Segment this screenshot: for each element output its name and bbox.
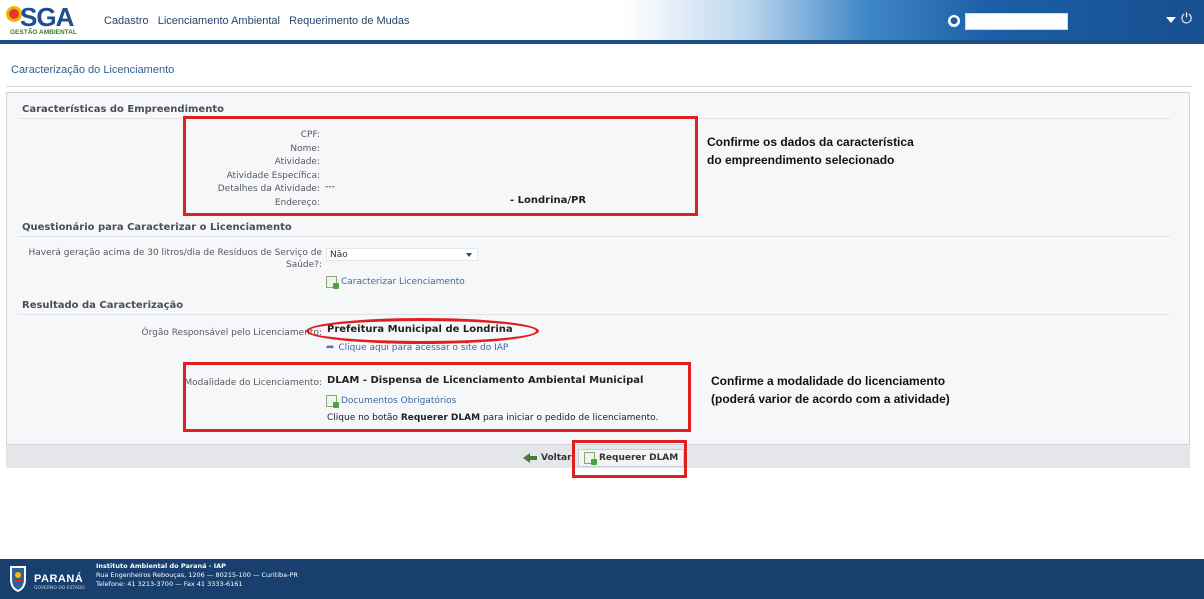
annotation-note-line: Confirme a modalidade do licenciamento (711, 374, 946, 388)
section-divider (18, 314, 1170, 315)
globe-icon[interactable]: ● (948, 15, 960, 27)
voltar-button-label: Voltar (541, 453, 572, 463)
voltar-button[interactable]: Voltar (518, 449, 577, 467)
breadcrumb[interactable]: Caracterização do Licenciamento (11, 64, 174, 76)
annotation-note-modalidade: Confirme a modalidade do licenciamento (… (711, 372, 950, 408)
nav-licenciamento-ambiental[interactable]: Licenciamento Ambiental (158, 15, 280, 27)
chevron-down-icon (466, 253, 472, 257)
search-input[interactable] (965, 13, 1068, 30)
question-label-line1: Haverá geração acima de 30 litros/dia de… (28, 248, 322, 258)
annotation-note-dados: Confirme os dados da característica do e… (707, 133, 914, 169)
annotation-box-dados (183, 116, 698, 216)
residuos-select-value: Não (330, 250, 348, 260)
annotation-note-line: do empreendimento selecionado (707, 153, 895, 167)
document-icon (326, 276, 339, 289)
power-icon[interactable]: ⏻ (1181, 11, 1192, 27)
residuos-select[interactable]: Não (326, 248, 478, 261)
share-arrow-icon: ➦ (326, 342, 335, 353)
parana-logo-text: PARANÁ (34, 573, 84, 585)
parana-coat-of-arms-icon (10, 566, 26, 592)
sga-logo[interactable]: SGA GESTÃO AMBIENTAL (6, 2, 90, 38)
breadcrumb-divider (6, 86, 1192, 87)
section-title-questionario: Questionário para Caracterizar o Licenci… (22, 222, 292, 233)
section-title-empreendimento: Características do Empreendimento (22, 104, 224, 115)
user-menu-chevron-down-icon[interactable] (1166, 17, 1176, 23)
section-divider (18, 236, 1170, 237)
header-bottom-bar (0, 40, 1204, 44)
main-nav: Cadastro Licenciamento Ambiental Requeri… (104, 15, 416, 27)
footer-address: Rua Engenheiros Rebouças, 1206 — 80215-1… (96, 571, 298, 579)
nav-cadastro[interactable]: Cadastro (104, 15, 149, 27)
annotation-box-modalidade (183, 362, 691, 432)
annotation-ellipse-orgao (306, 318, 539, 344)
footer-info: Instituto Ambiental do Paraná - IAP Rua … (96, 562, 298, 589)
back-arrow-icon (523, 453, 537, 463)
site-iap-link-label: Clique aqui para acessar o site do IAP (338, 342, 509, 353)
annotation-box-requerer (572, 440, 687, 478)
footer-phone: Telefone: 41 3213-3700 — Fax 41 3333-616… (96, 580, 243, 588)
question-label-line2: Saúde?: (286, 260, 322, 270)
caracterizar-link-label: Caracterizar Licenciamento (341, 277, 465, 287)
parana-logo-subtitle: GOVERNO DO ESTADO (34, 586, 85, 591)
nav-requerimento-de-mudas[interactable]: Requerimento de Mudas (289, 15, 409, 27)
section-title-resultado: Resultado da Caracterização (22, 300, 184, 311)
orgao-label: Órgão Responsável pelo Licenciamento: (141, 328, 322, 338)
annotation-note-line: Confirme os dados da característica (707, 135, 914, 149)
footer-institute: Instituto Ambiental do Paraná - IAP (96, 562, 226, 570)
caracterizar-link[interactable]: Caracterizar Licenciamento (326, 276, 465, 289)
annotation-note-line: (poderá varior de acordo com a atividade… (711, 392, 950, 406)
logo-subtitle: GESTÃO AMBIENTAL (10, 29, 77, 36)
